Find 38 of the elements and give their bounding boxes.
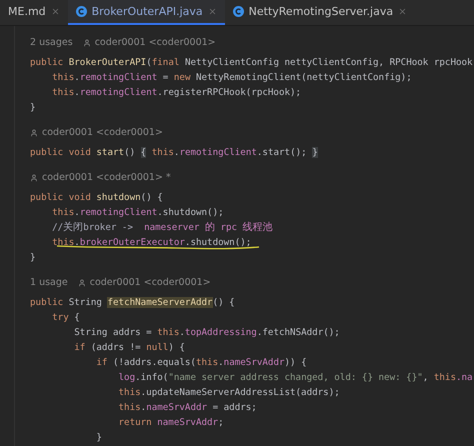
- code-line: }: [30, 251, 36, 265]
- code-line: this.remotingClient.registerRPCHook(rpcHook);: [51, 86, 302, 100]
- code-line: this.nameSrvAddr = addrs;: [118, 401, 257, 415]
- code-line: public BrokerOuterAPI(final NettyClientConfig nettyClientConfig, RPCHook rpcHook: [30, 56, 473, 70]
- code-line: }: [30, 101, 36, 115]
- code-line: try {: [51, 311, 80, 325]
- code-line: if (addrs != null) {: [73, 341, 185, 355]
- code-line: String addrs = this.topAddressing.fetchNSAddr();: [73, 326, 340, 340]
- author-hint: coder0001 <coder0001>: [90, 277, 211, 288]
- person-icon: [30, 128, 38, 136]
- person-icon: [78, 278, 86, 286]
- code-line: }: [95, 431, 102, 445]
- code-line: this.remotingClient = new NettyRemotingClient(nettyClientConfig);: [51, 71, 412, 85]
- usages-hint[interactable]: 1 usage: [30, 277, 68, 288]
- editor-tab[interactable]: NettyRemotingServer.java: [224, 0, 416, 25]
- author-hint: coder0001 <coder0001> *: [42, 172, 171, 183]
- author-hint: coder0001 <coder0001>: [42, 127, 163, 138]
- code-line: this.remotingClient.shutdown();: [51, 206, 224, 220]
- code-line: log.info("name server address changed, old: {} new: {}", this.na: [118, 371, 473, 385]
- close-icon[interactable]: [398, 7, 408, 16]
- code-line: return nameSrvAddr;: [118, 416, 224, 430]
- author-hint: coder0001 <coder0001>: [94, 37, 216, 48]
- usages-hint[interactable]: 2 usages: [30, 37, 73, 48]
- code-line: public void start() { this.remotingClient.start(); }: [30, 146, 318, 160]
- class-icon: [76, 6, 87, 17]
- code-line: if (!addrs.equals(this.nameSrvAddr)) {: [95, 356, 307, 370]
- editor-tab[interactable]: ME.md: [0, 0, 68, 25]
- person-icon: [30, 174, 38, 182]
- close-icon[interactable]: [50, 7, 60, 16]
- code-line: this.brokerOuterExecutor.shutdown();: [51, 236, 252, 250]
- person-icon: [82, 38, 91, 46]
- code-line: this.updateNameServerAddressList(addrs);: [118, 386, 340, 400]
- code-line: public String fetchNameServerAddr() {: [30, 296, 235, 310]
- code-line: public void shutdown() {: [30, 191, 163, 205]
- editor-tab[interactable]: BrokerOuterAPI.java: [68, 0, 225, 25]
- code-line: //关闭broker -> nameserver 的 rpc 线程池: [51, 220, 273, 235]
- class-icon: [232, 6, 244, 17]
- close-icon[interactable]: [208, 7, 217, 16]
